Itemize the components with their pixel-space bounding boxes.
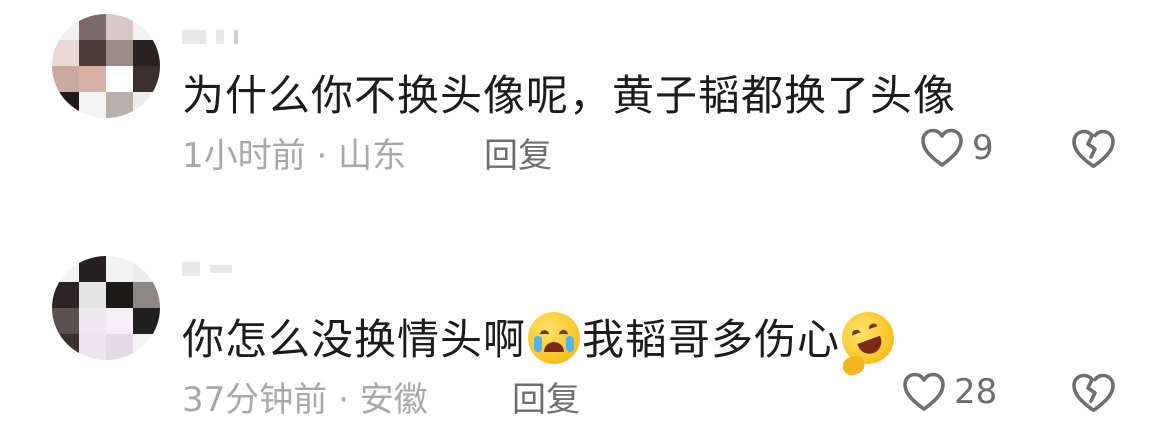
loudly-crying-face-icon	[528, 312, 581, 364]
comment-text: 你怎么没换情头啊 我韬哥多伤心	[182, 304, 902, 378]
dislike-button[interactable]	[1068, 368, 1118, 422]
avatar[interactable]	[52, 256, 160, 360]
broken-heart-icon	[1072, 373, 1115, 412]
comment-item: 你怎么没换情头啊 我韬哥多伤心 37分钟前 · 安徽 回复 28	[0, 216, 1170, 432]
comment-meta: 37分钟前 · 安徽	[182, 372, 428, 421]
avatar[interactable]	[52, 14, 160, 118]
username-redacted[interactable]	[182, 26, 302, 48]
meta-separator: ·	[327, 380, 360, 420]
comment-text-part2: 我韬哥多伤心	[582, 315, 841, 364]
avatar-mosaic	[52, 14, 160, 118]
comment-time: 1小时前	[182, 136, 306, 176]
like-button[interactable]: 28	[900, 368, 997, 416]
like-count: 9	[972, 128, 994, 168]
comment-time: 37分钟前	[182, 380, 328, 420]
like-button[interactable]: 9	[918, 124, 994, 172]
broken-heart-icon	[1072, 129, 1115, 168]
heart-outline-icon	[921, 128, 963, 167]
comment-meta: 1小时前 · 山东	[182, 128, 406, 177]
rolling-on-floor-laughing-icon	[834, 304, 902, 378]
comment-text: 为什么你不换头像呢，黄子韬都换了头像	[182, 71, 957, 120]
username-redacted[interactable]	[182, 258, 302, 280]
comment-location: 山东	[338, 136, 407, 176]
avatar-mosaic	[52, 256, 160, 360]
reply-button[interactable]: 回复	[484, 128, 552, 177]
meta-separator: ·	[305, 136, 339, 176]
comment-text-part1: 你怎么没换情头啊	[182, 315, 527, 364]
heart-outline-icon	[903, 372, 945, 411]
like-count: 28	[954, 372, 998, 412]
dislike-button[interactable]	[1068, 124, 1118, 178]
comment-location: 安徽	[359, 380, 428, 420]
comment-item: 为什么你不换头像呢，黄子韬都换了头像 1小时前 · 山东 回复 9	[0, 0, 1170, 216]
reply-button[interactable]: 回复	[512, 372, 580, 421]
